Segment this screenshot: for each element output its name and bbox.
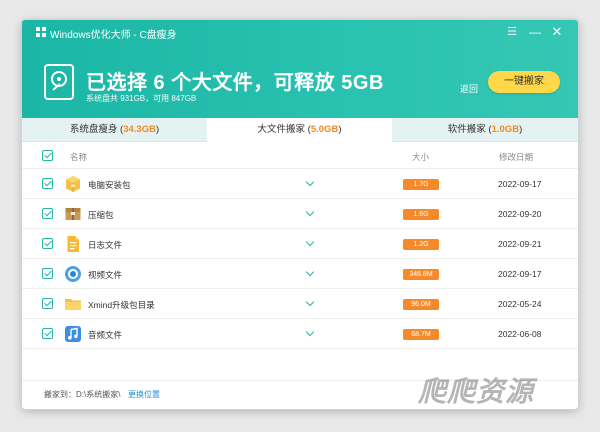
minimize-icon[interactable]: —: [527, 24, 543, 40]
size-badge: 96.0M: [403, 299, 439, 310]
tab-label: 软件搬家: [447, 124, 486, 135]
size-badge: 346.8M: [403, 269, 439, 280]
chevron-down-icon[interactable]: [304, 178, 316, 190]
size-badge: 68.7M: [403, 329, 439, 340]
disk-usage-info: 系统盘共 931GB，可用 847GB: [86, 94, 197, 103]
tab-bar: 系统盘瘦身 (34.3GB) 大文件搬家 (5.0GB) 软件搬家 (1.0GB…: [22, 118, 578, 143]
file-name: 日志文件: [88, 240, 123, 250]
package-icon: [66, 176, 80, 192]
document-icon: [67, 236, 79, 252]
music-icon: [65, 326, 81, 342]
menu-icon[interactable]: ☰: [504, 24, 520, 40]
size-badge: 1.6G: [403, 209, 439, 220]
table-row[interactable]: 音频文件 68.7M 2022-06-08: [22, 319, 578, 349]
select-all-checkbox[interactable]: [42, 150, 53, 161]
one-click-move-button[interactable]: 一键搬家: [488, 71, 560, 93]
row-checkbox[interactable]: [42, 238, 53, 249]
tab-size: 5.0GB: [310, 124, 339, 135]
chevron-down-icon[interactable]: [304, 238, 316, 250]
tab-label: 大文件搬家: [257, 124, 306, 135]
selection-summary: 已选择 6 个大文件，可释放 5GB: [86, 72, 384, 94]
tab-label: 系统盘瘦身: [69, 124, 118, 135]
title-bar: Windows优化大师 - C盘瘦身 ☰ — ✕: [22, 20, 578, 44]
file-name: 压缩包: [88, 210, 114, 220]
modified-date: 2022-09-20: [498, 209, 542, 219]
column-date-header: 修改日期: [499, 152, 534, 162]
modified-date: 2022-09-17: [498, 179, 542, 189]
modified-date: 2022-06-08: [498, 329, 542, 339]
close-icon[interactable]: ✕: [549, 24, 565, 40]
window-title: Windows优化大师 - C盘瘦身: [50, 30, 177, 41]
modified-date: 2022-05-24: [498, 299, 542, 309]
file-name: 音频文件: [88, 330, 123, 340]
tab-large-file-move[interactable]: 大文件搬家 (5.0GB): [207, 118, 392, 143]
modified-date: 2022-09-21: [498, 239, 542, 249]
size-badge: 1.7G: [403, 179, 439, 190]
row-checkbox[interactable]: [42, 328, 53, 339]
chevron-down-icon[interactable]: [304, 268, 316, 280]
file-name: 视频文件: [88, 270, 123, 280]
modified-date: 2022-09-17: [498, 269, 542, 279]
row-checkbox[interactable]: [42, 298, 53, 309]
move-destination-label: 搬家到：D:\系统搬家\: [44, 390, 121, 399]
back-link[interactable]: 返回: [460, 82, 478, 95]
size-badge: 1.2G: [403, 239, 439, 250]
row-checkbox[interactable]: [42, 268, 53, 279]
tab-system-disk-slim[interactable]: 系统盘瘦身 (34.3GB): [22, 118, 207, 142]
table-row[interactable]: Xmind升级包目录 96.0M 2022-05-24: [22, 289, 578, 319]
tab-software-move[interactable]: 软件搬家 (1.0GB): [392, 118, 578, 142]
table-row[interactable]: 视频文件 346.8M 2022-09-17: [22, 259, 578, 289]
row-checkbox[interactable]: [42, 178, 53, 189]
table-header: 名称 大小 修改日期: [22, 143, 578, 169]
chevron-down-icon[interactable]: [304, 298, 316, 310]
file-name: 电脑安装包: [88, 180, 131, 190]
app-window: Windows优化大师 - C盘瘦身 ☰ — ✕ 已选择 6 个大文件，可释放 …: [22, 20, 578, 409]
tab-size: 1.0GB: [491, 124, 520, 135]
chevron-down-icon[interactable]: [304, 208, 316, 220]
column-size-header: 大小: [412, 152, 430, 162]
row-checkbox[interactable]: [42, 208, 53, 219]
file-name: Xmind升级包目录: [88, 300, 155, 310]
column-name-header: 名称: [70, 152, 88, 162]
hard-disk-icon: [44, 64, 74, 100]
file-table: 名称 大小 修改日期 电脑安装包 1.7G 2022-09-17 压缩包 1.6…: [22, 143, 578, 349]
header-banner: Windows优化大师 - C盘瘦身 ☰ — ✕ 已选择 6 个大文件，可释放 …: [22, 20, 578, 118]
archive-icon: [65, 208, 81, 220]
table-row[interactable]: 日志文件 1.2G 2022-09-21: [22, 229, 578, 259]
tab-size: 34.3GB: [123, 124, 156, 135]
change-location-link[interactable]: 更换位置: [128, 389, 160, 400]
table-row[interactable]: 压缩包 1.6G 2022-09-20: [22, 199, 578, 229]
app-logo-icon: [36, 27, 46, 37]
folder-icon: [65, 299, 81, 310]
watermark-text: 爬爬资源: [418, 375, 535, 408]
table-row[interactable]: 电脑安装包 1.7G 2022-09-17: [22, 169, 578, 199]
video-icon: [65, 266, 81, 282]
chevron-down-icon[interactable]: [304, 328, 316, 340]
